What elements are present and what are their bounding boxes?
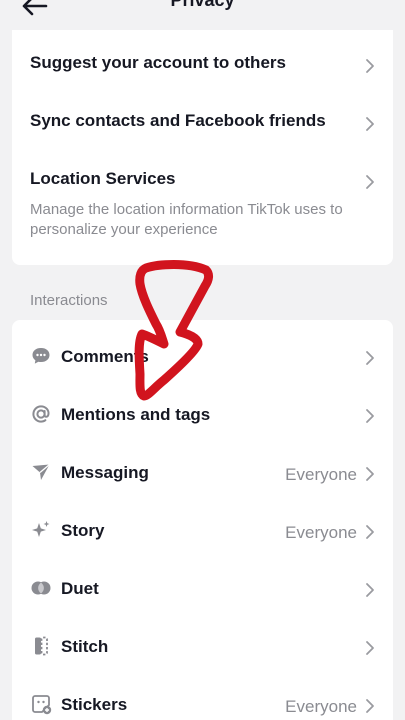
chevron-right-icon	[366, 351, 374, 365]
privacy-settings-screen: Privacy Suggest your account to others S…	[0, 0, 405, 720]
chevron-right-icon	[366, 467, 374, 481]
header: Privacy	[0, 0, 405, 30]
suggest-account-label: Suggest your account to others	[30, 53, 286, 72]
chevron-right-icon	[366, 583, 374, 597]
messaging-value: Everyone	[285, 465, 357, 484]
story-label: Story	[61, 521, 105, 540]
sync-contacts-label: Sync contacts and Facebook friends	[30, 111, 326, 130]
chevron-right-icon	[366, 525, 374, 539]
suggest-account-row[interactable]: Suggest your account to others	[12, 30, 393, 90]
messaging-row[interactable]: Messaging Everyone	[12, 444, 393, 502]
sparkle-icon	[32, 521, 50, 537]
chevron-right-icon	[366, 409, 374, 423]
comments-row[interactable]: Comments	[12, 328, 393, 386]
stitch-icon	[35, 636, 48, 656]
location-services-label: Location Services	[30, 169, 176, 188]
discoverability-card: Suggest your account to others Sync cont…	[12, 30, 393, 265]
chevron-right-icon	[366, 117, 374, 131]
stickers-row[interactable]: Stickers Everyone	[12, 676, 393, 720]
mentions-tags-row[interactable]: Mentions and tags	[12, 386, 393, 444]
duet-icon	[31, 581, 51, 595]
chevron-right-icon	[366, 175, 374, 189]
stickers-value: Everyone	[285, 697, 357, 716]
stitch-label: Stitch	[61, 637, 109, 656]
location-services-description: Manage the location information TikTok u…	[30, 201, 343, 238]
interactions-card: Comments Mentions and tags Messaging Eve…	[12, 320, 393, 720]
messaging-label: Messaging	[61, 463, 149, 482]
chevron-right-icon	[366, 59, 374, 73]
location-services-row[interactable]: Location Services Manage the location in…	[12, 148, 393, 265]
page-title: Privacy	[170, 0, 235, 10]
comment-icon	[32, 348, 50, 364]
at-icon	[32, 405, 50, 423]
sync-contacts-row[interactable]: Sync contacts and Facebook friends	[12, 90, 393, 148]
story-row[interactable]: Story Everyone	[12, 502, 393, 560]
chevron-right-icon	[366, 641, 374, 655]
interactions-section-label: Interactions	[30, 292, 108, 309]
comments-label: Comments	[61, 347, 149, 366]
chevron-right-icon	[366, 699, 374, 713]
stitch-row[interactable]: Stitch	[12, 618, 393, 676]
stickers-label: Stickers	[61, 695, 128, 714]
send-icon	[32, 463, 50, 480]
duet-row[interactable]: Duet	[12, 560, 393, 618]
mentions-tags-label: Mentions and tags	[61, 405, 211, 424]
duet-label: Duet	[61, 579, 99, 598]
sticker-icon	[32, 695, 52, 715]
story-value: Everyone	[285, 523, 357, 542]
